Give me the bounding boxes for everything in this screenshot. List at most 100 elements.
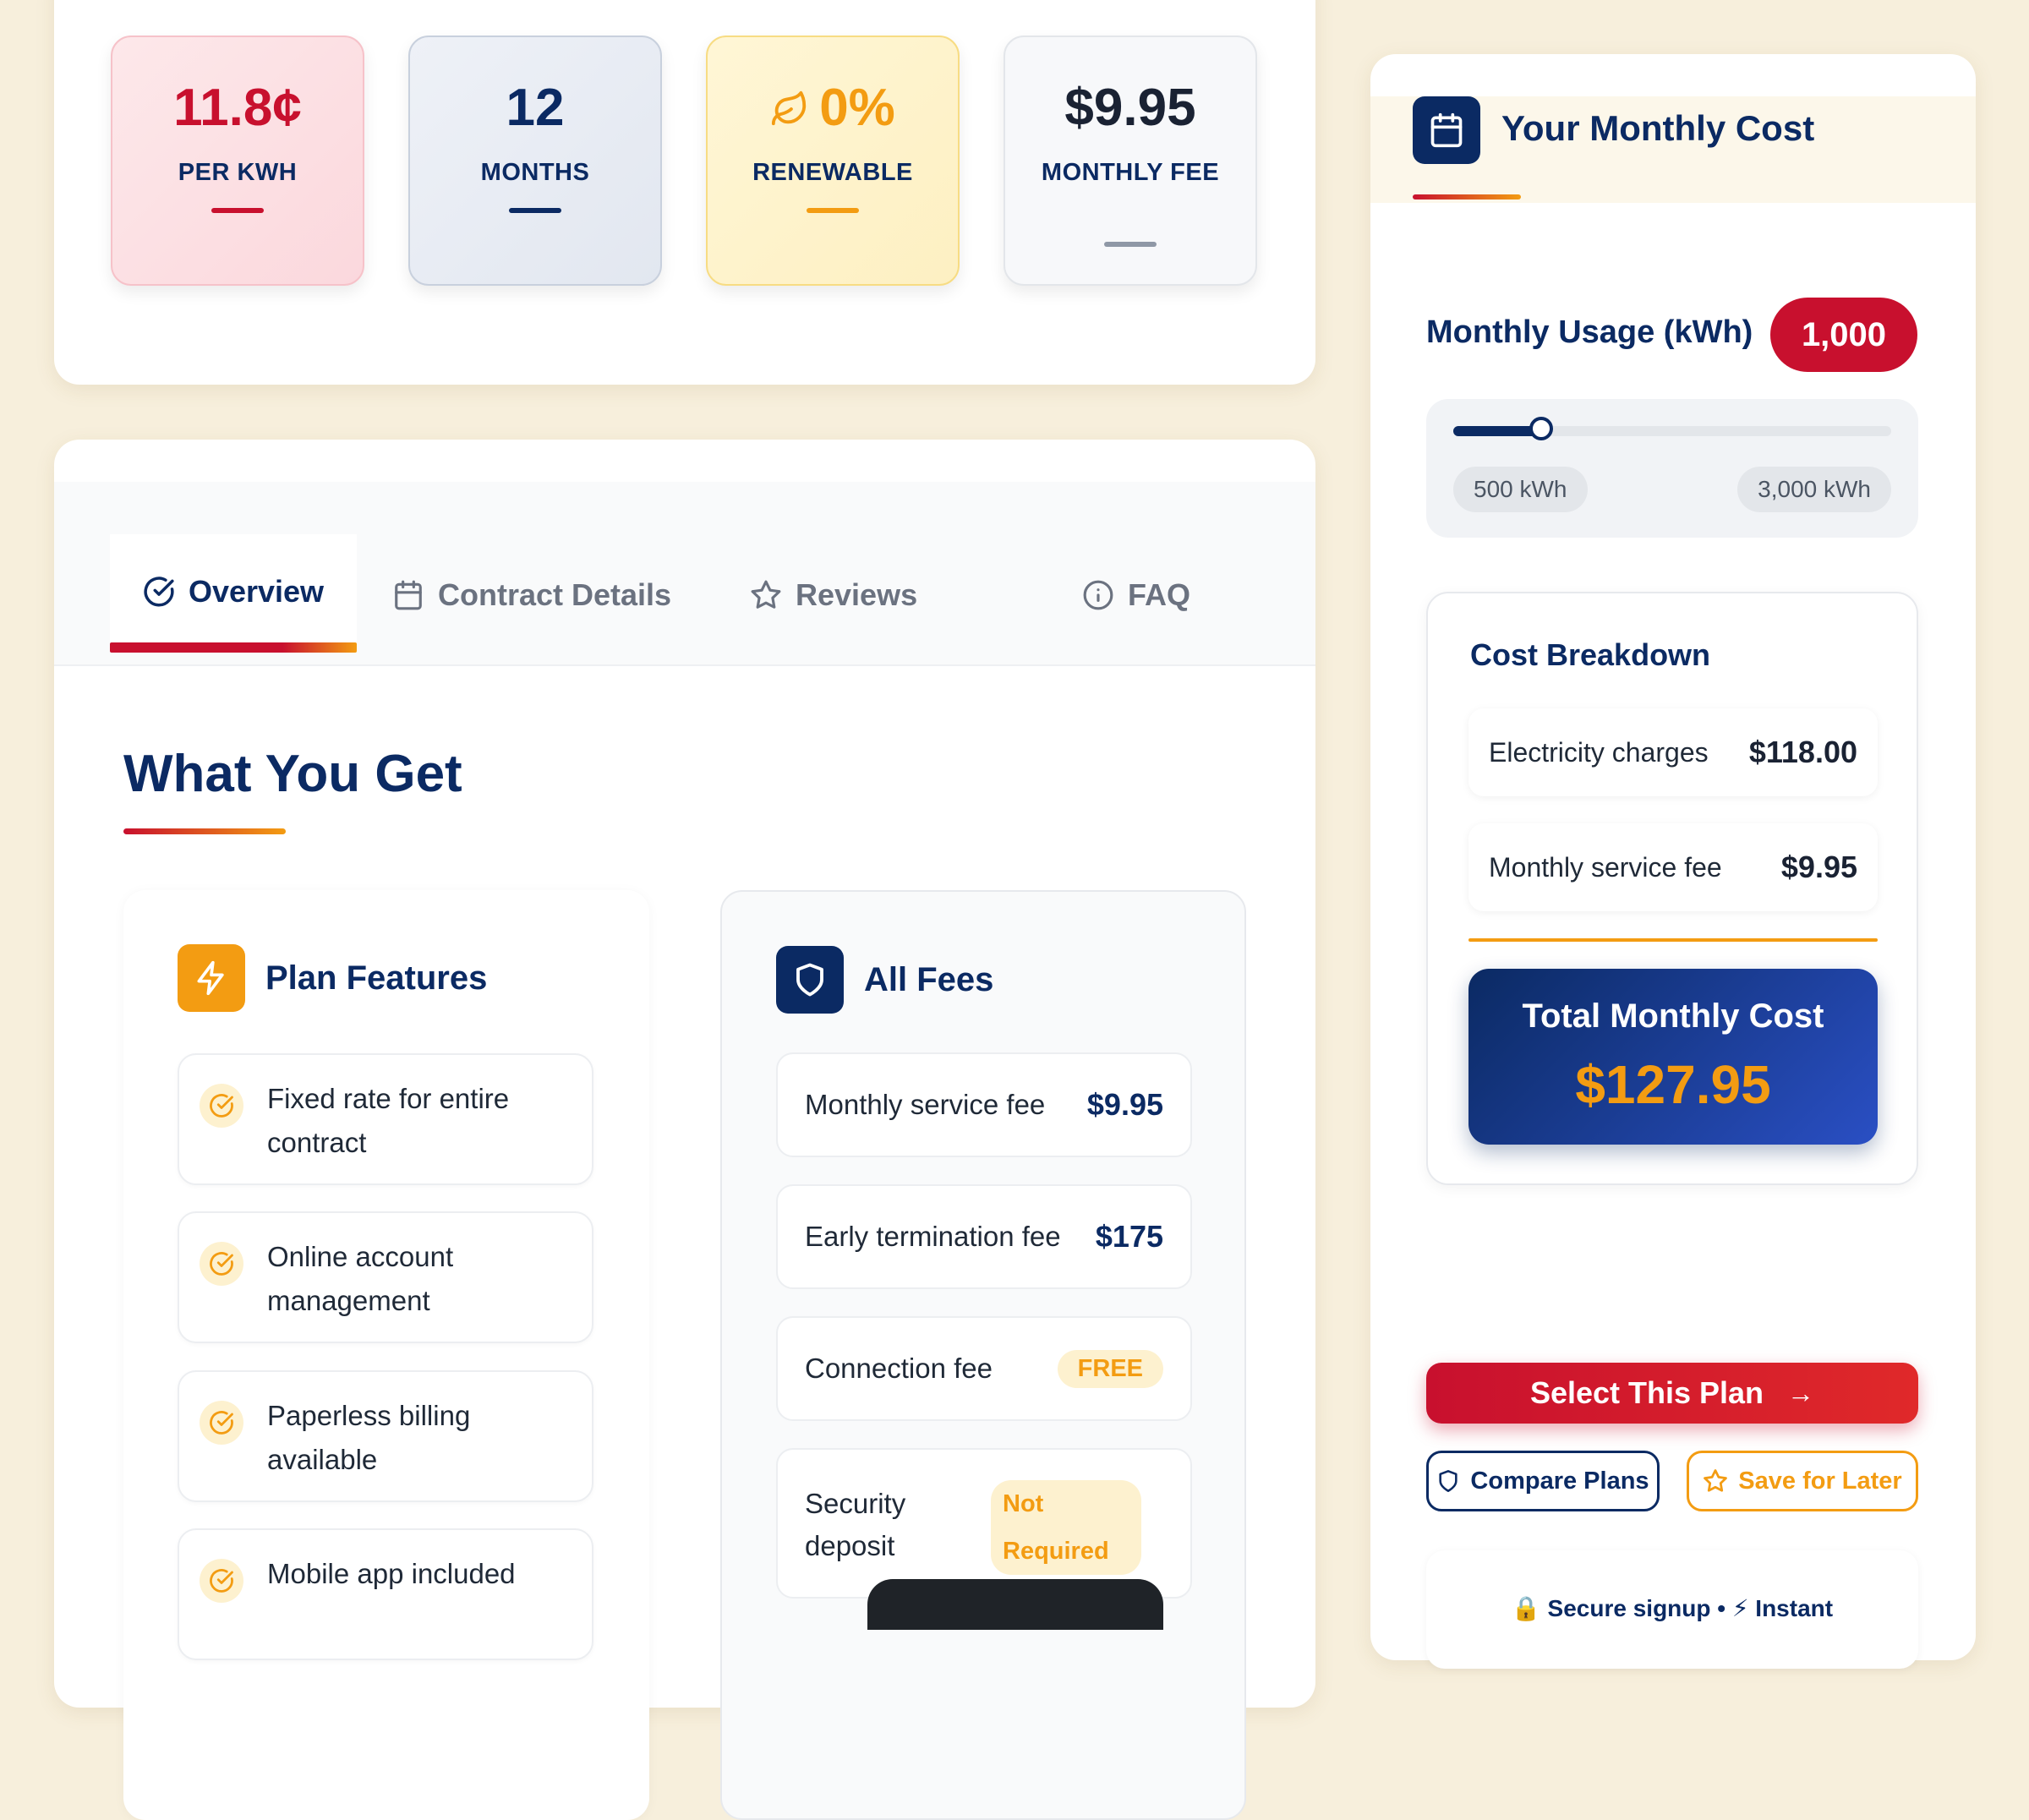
check-circle-icon <box>200 1084 243 1128</box>
compare-plans-label: Compare Plans <box>1470 1467 1649 1495</box>
breakdown-name: Electricity charges <box>1489 736 1709 768</box>
stat-divider <box>509 208 561 213</box>
usage-slider-box: 500 kWh 3,000 kWh <box>1426 399 1918 538</box>
monthly-cost-card: Your Monthly Cost Monthly Usage (kWh) 1,… <box>1370 54 1976 1669</box>
slider-fill <box>1453 426 1541 436</box>
fee-amount: $9.95 <box>1086 1087 1163 1122</box>
stat-rate: 11.8¢ PER KWH <box>111 36 364 286</box>
feature-text: Online account management <box>267 1241 454 1316</box>
calendar-icon <box>1413 96 1480 164</box>
stat-monthly-fee: $9.95 MONTHLY FEE <box>1004 36 1257 286</box>
select-plan-button[interactable]: Select This Plan → <box>1426 1363 1918 1424</box>
stat-divider <box>211 208 264 213</box>
breakdown-row: Electricity charges $118.00 <box>1468 708 1878 796</box>
stat-divider <box>807 208 859 213</box>
arrow-right-icon: → <box>1787 1377 1815 1408</box>
feature-text: Paperless billing available <box>267 1400 471 1475</box>
lightning-icon <box>178 944 245 1012</box>
breakdown-amount: $9.95 <box>1780 850 1857 884</box>
stat-fee-value: $9.95 <box>1064 79 1196 137</box>
fee-row: Security deposit Not Required <box>776 1448 1192 1599</box>
usage-label: Monthly Usage (kWh) <box>1426 314 1753 350</box>
tab-label: Contract Details <box>438 577 672 612</box>
cost-breakdown: Cost Breakdown Electricity charges $118.… <box>1426 592 1918 1185</box>
not-required-badge: Not Required <box>991 1480 1141 1575</box>
fee-name: Security deposit <box>805 1488 906 1561</box>
all-fees-header: All Fees <box>776 946 993 1014</box>
leaf-icon <box>770 81 809 141</box>
save-for-later-button[interactable]: Save for Later <box>1687 1451 1918 1511</box>
plan-features-header: Plan Features <box>178 944 487 1012</box>
section-underline <box>123 828 286 834</box>
compare-plans-button[interactable]: Compare Plans <box>1426 1451 1660 1511</box>
info-icon <box>1082 579 1128 611</box>
active-tab-indicator <box>110 642 357 653</box>
stat-fee-label: MONTHLY FEE <box>1041 159 1220 186</box>
fee-name: Early termination fee <box>805 1221 1061 1252</box>
trust-text: 🔒 Secure signup • ⚡ Instant <box>1511 1595 1834 1621</box>
total-cost-amount: $127.95 <box>1575 1054 1771 1115</box>
check-circle-icon <box>200 1242 243 1286</box>
total-cost-box: Total Monthly Cost $127.95 <box>1468 969 1878 1145</box>
breakdown-amount: $118.00 <box>1748 735 1857 769</box>
stat-renewable-label: RENEWABLE <box>752 159 913 186</box>
breakdown-divider <box>1468 938 1878 942</box>
breakdown-title: Cost Breakdown <box>1470 637 1711 672</box>
fee-amount: $175 <box>1095 1219 1163 1254</box>
feature-item: Online account management <box>178 1211 593 1343</box>
fee-name: Connection fee <box>805 1353 993 1384</box>
floating-toolbar[interactable] <box>867 1579 1163 1630</box>
all-fees-title: All Fees <box>864 960 994 998</box>
feature-text: Mobile app included <box>267 1558 516 1589</box>
feature-item: Mobile app included <box>178 1528 593 1660</box>
select-plan-label: Select This Plan <box>1529 1375 1764 1410</box>
check-circle-icon <box>143 576 189 608</box>
stat-term: 12 MONTHS <box>408 36 662 286</box>
stat-divider <box>1104 242 1157 247</box>
cost-title-underline <box>1413 194 1521 199</box>
trust-badges: 🔒 Secure signup • ⚡ Instant <box>1426 1550 1918 1669</box>
tab-label: FAQ <box>1128 577 1191 612</box>
breakdown-row: Monthly service fee $9.95 <box>1468 823 1878 911</box>
cost-title: Your Monthly Cost <box>1501 108 1815 148</box>
usage-slider[interactable] <box>1453 417 1891 440</box>
star-icon <box>1703 1468 1738 1494</box>
cost-header: Your Monthly Cost <box>1370 96 1976 203</box>
plan-details-card: Overview Contract Details Reviews FAQ Wh… <box>54 440 1315 1820</box>
star-icon <box>750 579 796 611</box>
fee-row: Early termination fee $175 <box>776 1184 1192 1289</box>
plan-stats-card: 11.8¢ PER KWH 12 MONTHS 0% RENEWABLE $9.… <box>54 0 1315 385</box>
fee-name: Monthly service fee <box>805 1089 1046 1120</box>
usage-value-badge: 1,000 <box>1770 298 1917 372</box>
plan-features-panel: Plan Features Fixed rate for entire cont… <box>123 890 649 1820</box>
plan-features-title: Plan Features <box>265 959 488 997</box>
check-circle-icon <box>200 1559 243 1603</box>
tab-bar: Overview Contract Details Reviews FAQ <box>54 482 1315 666</box>
tab-faq[interactable]: FAQ <box>1082 538 1190 653</box>
calendar-icon <box>392 579 438 611</box>
tab-contract-details[interactable]: Contract Details <box>392 538 671 653</box>
tab-overview[interactable]: Overview <box>110 534 357 653</box>
tab-reviews[interactable]: Reviews <box>750 538 917 653</box>
free-badge: FREE <box>1057 1350 1163 1388</box>
slider-thumb[interactable] <box>1529 417 1553 440</box>
feature-item: Fixed rate for entire contract <box>178 1053 593 1185</box>
fee-row: Monthly service fee $9.95 <box>776 1052 1192 1157</box>
tab-label: Overview <box>188 574 325 609</box>
total-cost-label: Total Monthly Cost <box>1522 997 1824 1035</box>
feature-text: Fixed rate for entire contract <box>267 1083 510 1158</box>
slider-max-label: 3,000 kWh <box>1737 467 1891 512</box>
feature-item: Paperless billing available <box>178 1370 593 1502</box>
stat-renewable: 0% RENEWABLE <box>706 36 960 286</box>
stat-term-value: 12 <box>506 79 565 137</box>
fee-row: Connection fee FREE <box>776 1316 1192 1421</box>
check-circle-icon <box>200 1401 243 1445</box>
stat-rate-value: 11.8¢ <box>173 79 302 137</box>
stat-renewable-value: 0% <box>819 79 895 137</box>
stat-renewable-value-row: 0% <box>708 78 958 141</box>
all-fees-panel: All Fees Monthly service fee $9.95 Early… <box>720 890 1246 1820</box>
section-title: What You Get <box>123 745 462 803</box>
shield-icon <box>1436 1469 1470 1493</box>
save-for-later-label: Save for Later <box>1738 1467 1902 1495</box>
slider-min-label: 500 kWh <box>1453 467 1588 512</box>
